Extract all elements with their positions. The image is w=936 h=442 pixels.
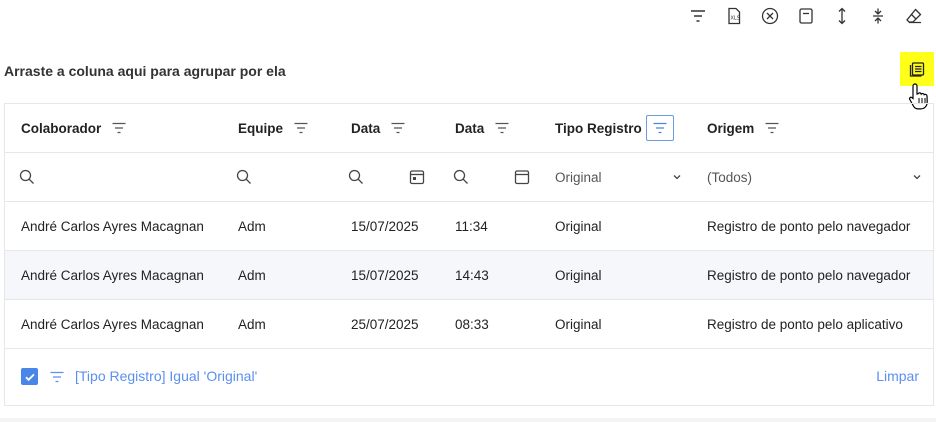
search-icon <box>19 169 34 184</box>
filter-row: Original (Todos) <box>5 153 933 202</box>
group-panel-hint: Arraste a coluna aqui para agrupar por e… <box>4 63 286 79</box>
column-header-data[interactable]: Data <box>351 104 406 152</box>
clock-picker-icon[interactable] <box>514 169 530 185</box>
select-value: Original <box>555 169 602 185</box>
column-header-origem[interactable]: Origem <box>707 104 780 152</box>
cell-equipe: Adm <box>238 316 266 332</box>
check-icon <box>24 373 35 381</box>
collapse-all-button[interactable] <box>866 4 890 28</box>
calendar-icon[interactable] <box>409 169 425 185</box>
cell-tipo-registro: Original <box>555 267 602 283</box>
filter-expression-link[interactable]: [Tipo Registro] Igual 'Original' <box>75 368 257 384</box>
filter-colaborador-input[interactable] <box>19 153 219 201</box>
header-filter-icon[interactable] <box>293 120 309 136</box>
select-value: (Todos) <box>707 169 753 185</box>
cell-colaborador: André Carlos Ayres Macagnan <box>21 316 204 332</box>
filter-hora-input[interactable] <box>453 153 543 201</box>
search-icon <box>348 169 363 184</box>
cell-colaborador: André Carlos Ayres Macagnan <box>21 218 204 234</box>
filter-panel: [Tipo Registro] Igual 'Original' Limpar <box>5 349 933 405</box>
document-icon <box>799 8 813 24</box>
expand-vertical-icon <box>838 7 846 25</box>
collapse-vertical-icon <box>873 8 883 24</box>
cell-origem: Registro de ponto pelo aplicativo <box>707 316 903 332</box>
cell-hora: 11:34 <box>455 218 488 234</box>
eraser-icon <box>906 8 922 24</box>
cell-hora: 08:33 <box>455 316 489 332</box>
cell-origem: Registro de ponto pelo navegador <box>707 218 911 234</box>
column-header-colaborador[interactable]: Colaborador <box>21 104 127 152</box>
filter-equipe-input[interactable] <box>236 153 336 201</box>
column-chooser-icon <box>909 62 925 77</box>
print-button[interactable] <box>794 4 818 28</box>
cell-equipe: Adm <box>238 218 266 234</box>
column-header-label: Data <box>351 120 381 136</box>
table-row[interactable]: André Carlos Ayres Macagnan Adm 25/07/20… <box>5 300 933 349</box>
filter-lines-icon <box>691 10 705 22</box>
clear-filter-button[interactable] <box>758 4 782 28</box>
cell-colaborador: André Carlos Ayres Macagnan <box>21 267 204 283</box>
cell-data: 15/07/2025 <box>351 218 419 234</box>
data-grid: Colaborador Equipe Data Data Tipo Regist… <box>4 103 934 406</box>
filter-enabled-checkbox[interactable] <box>21 368 38 385</box>
eraser-button[interactable] <box>902 4 926 28</box>
cell-equipe: Adm <box>238 267 266 283</box>
search-icon <box>236 169 251 184</box>
column-header-label: Equipe <box>238 120 284 136</box>
column-chooser-button[interactable] <box>900 52 934 86</box>
xls-file-icon: XLS <box>728 7 741 25</box>
header-filter-icon[interactable] <box>390 120 406 136</box>
column-header-equipe[interactable]: Equipe <box>238 104 309 152</box>
clear-filter-link[interactable]: Limpar <box>876 368 919 384</box>
cell-hora: 14:43 <box>455 267 489 283</box>
column-header-label: Origem <box>707 120 755 136</box>
cell-data: 25/07/2025 <box>351 316 419 332</box>
filter-data-input[interactable] <box>348 153 438 201</box>
filter-origem-select[interactable]: (Todos) <box>707 153 923 201</box>
grid-toolbar: XLS <box>674 4 926 28</box>
divider <box>0 418 936 422</box>
chevron-down-icon <box>913 175 921 180</box>
expand-all-button[interactable] <box>830 4 854 28</box>
filter-lines-icon <box>50 371 64 383</box>
close-circle-icon <box>761 7 779 25</box>
column-header-label: Data <box>455 120 485 136</box>
cell-data: 15/07/2025 <box>351 267 419 283</box>
column-header-label: Colaborador <box>21 120 102 136</box>
column-header-tipo-registro[interactable]: Tipo Registro <box>555 104 674 152</box>
search-icon <box>453 169 468 184</box>
header-filter-icon[interactable] <box>111 120 127 136</box>
column-header-hora[interactable]: Data <box>455 104 510 152</box>
header-filter-icon-active[interactable] <box>645 115 674 141</box>
table-row[interactable]: André Carlos Ayres Macagnan Adm 15/07/20… <box>5 251 933 300</box>
header-filter-icon[interactable] <box>494 120 510 136</box>
cell-tipo-registro: Original <box>555 218 602 234</box>
column-header-label: Tipo Registro <box>555 120 642 136</box>
header-filter-icon[interactable] <box>764 120 780 136</box>
cell-origem: Registro de ponto pelo navegador <box>707 267 911 283</box>
filter-builder-button[interactable] <box>686 4 710 28</box>
header-row: Colaborador Equipe Data Data Tipo Regist… <box>5 104 933 153</box>
chevron-down-icon <box>673 175 681 180</box>
export-xls-button[interactable]: XLS <box>722 4 746 28</box>
filter-tipo-registro-select[interactable]: Original <box>555 153 683 201</box>
cell-tipo-registro: Original <box>555 316 602 332</box>
svg-text:XLS: XLS <box>731 16 740 22</box>
table-row[interactable]: André Carlos Ayres Macagnan Adm 15/07/20… <box>5 202 933 251</box>
